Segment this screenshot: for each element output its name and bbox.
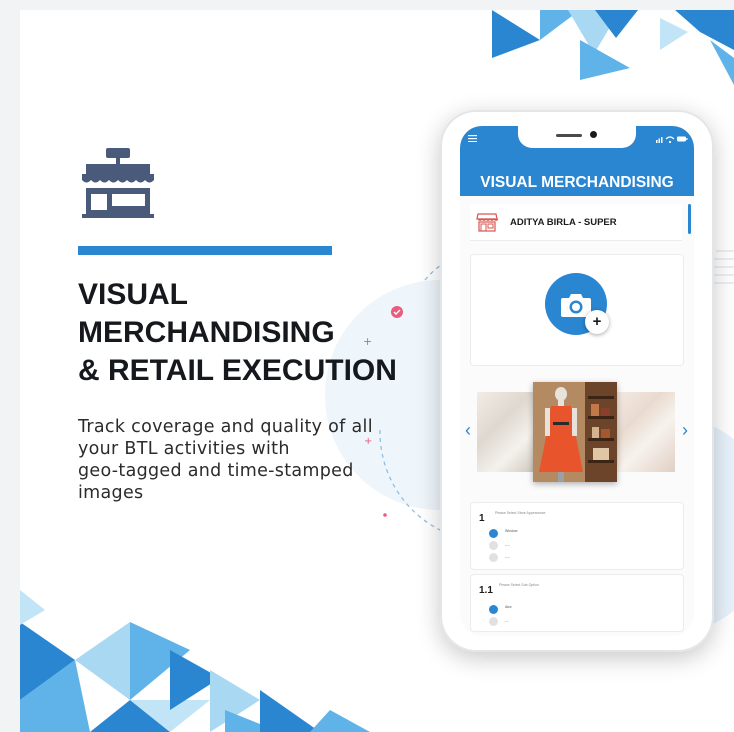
photo-capture-box: + — [470, 254, 684, 366]
hamburger-menu-icon[interactable] — [468, 135, 477, 142]
add-photo-badge[interactable]: + — [585, 310, 609, 334]
carousel-prev-button[interactable]: ‹ — [461, 420, 475, 440]
status-bar-icons — [656, 136, 688, 143]
radio-option-label: Atra — [505, 605, 512, 609]
description: Track coverage and quality of all your B… — [78, 416, 408, 504]
headline-line: & RETAIL EXECUTION — [78, 354, 397, 387]
question-card: 1.1 Please Select Sub Option Atra --- — [470, 574, 684, 632]
radio-option[interactable] — [489, 617, 498, 626]
radio-option-label: ---- — [505, 543, 510, 547]
description-line: Track coverage and quality of all — [78, 417, 373, 437]
app-content[interactable]: ADITYA BIRLA - SUPER + ‹ › 1 Please Sele… — [460, 196, 694, 636]
radio-option[interactable] — [489, 529, 498, 538]
radio-option[interactable] — [489, 553, 498, 562]
carousel-photo-current[interactable] — [533, 382, 617, 482]
question-text: Please Select Sub Option — [499, 583, 539, 587]
store-icon — [476, 213, 498, 232]
front-camera-icon — [590, 131, 597, 138]
radio-option-label: --- — [505, 619, 509, 623]
phone-mockup: VISUAL MERCHANDISING ADITYA BIRLA - SUPE… — [440, 110, 714, 652]
question-text: Please Select Store Appearance — [495, 511, 546, 515]
scrollbar-thumb[interactable] — [688, 204, 691, 234]
app-header: VISUAL MERCHANDISING — [460, 126, 694, 196]
question-card: 1 Please Select Store Appearance Window … — [470, 502, 684, 570]
radio-option-label: ---- — [505, 555, 510, 559]
store-name: ADITYA BIRLA - SUPER — [510, 217, 617, 228]
headline: VISUAL MERCHANDISING & RETAIL EXECUTION — [78, 276, 397, 390]
radio-option[interactable] — [489, 541, 498, 550]
question-number: 1.1 — [479, 585, 493, 596]
radio-option-label: Window — [505, 529, 518, 533]
photo-carousel[interactable]: ‹ › — [460, 382, 694, 492]
storefront-icon — [82, 148, 154, 218]
phone-screen: VISUAL MERCHANDISING ADITYA BIRLA - SUPE… — [460, 126, 694, 636]
carousel-photo-previous[interactable] — [477, 392, 533, 472]
description-line: geo-tagged and time-stamped — [78, 461, 354, 481]
accent-rule — [78, 246, 332, 255]
promo-card: + + VISUAL MERCHANDISING & RETAIL EXECUT… — [20, 10, 734, 732]
store-selector[interactable]: ADITYA BIRLA - SUPER — [470, 204, 682, 241]
camera-icon — [561, 294, 591, 317]
phone-notch — [518, 126, 636, 148]
description-line: your BTL activities with — [78, 439, 290, 459]
question-number: 1 — [479, 513, 485, 524]
headline-line: VISUAL — [78, 278, 189, 311]
headline-line: MERCHANDISING — [78, 316, 335, 349]
speaker-grille — [556, 134, 582, 137]
mannequin-photo — [533, 382, 617, 482]
carousel-next-button[interactable]: › — [678, 420, 692, 440]
app-title: VISUAL MERCHANDISING — [480, 174, 674, 191]
description-line: images — [78, 483, 144, 503]
carousel-photo-next[interactable] — [612, 392, 675, 472]
radio-option[interactable] — [489, 605, 498, 614]
